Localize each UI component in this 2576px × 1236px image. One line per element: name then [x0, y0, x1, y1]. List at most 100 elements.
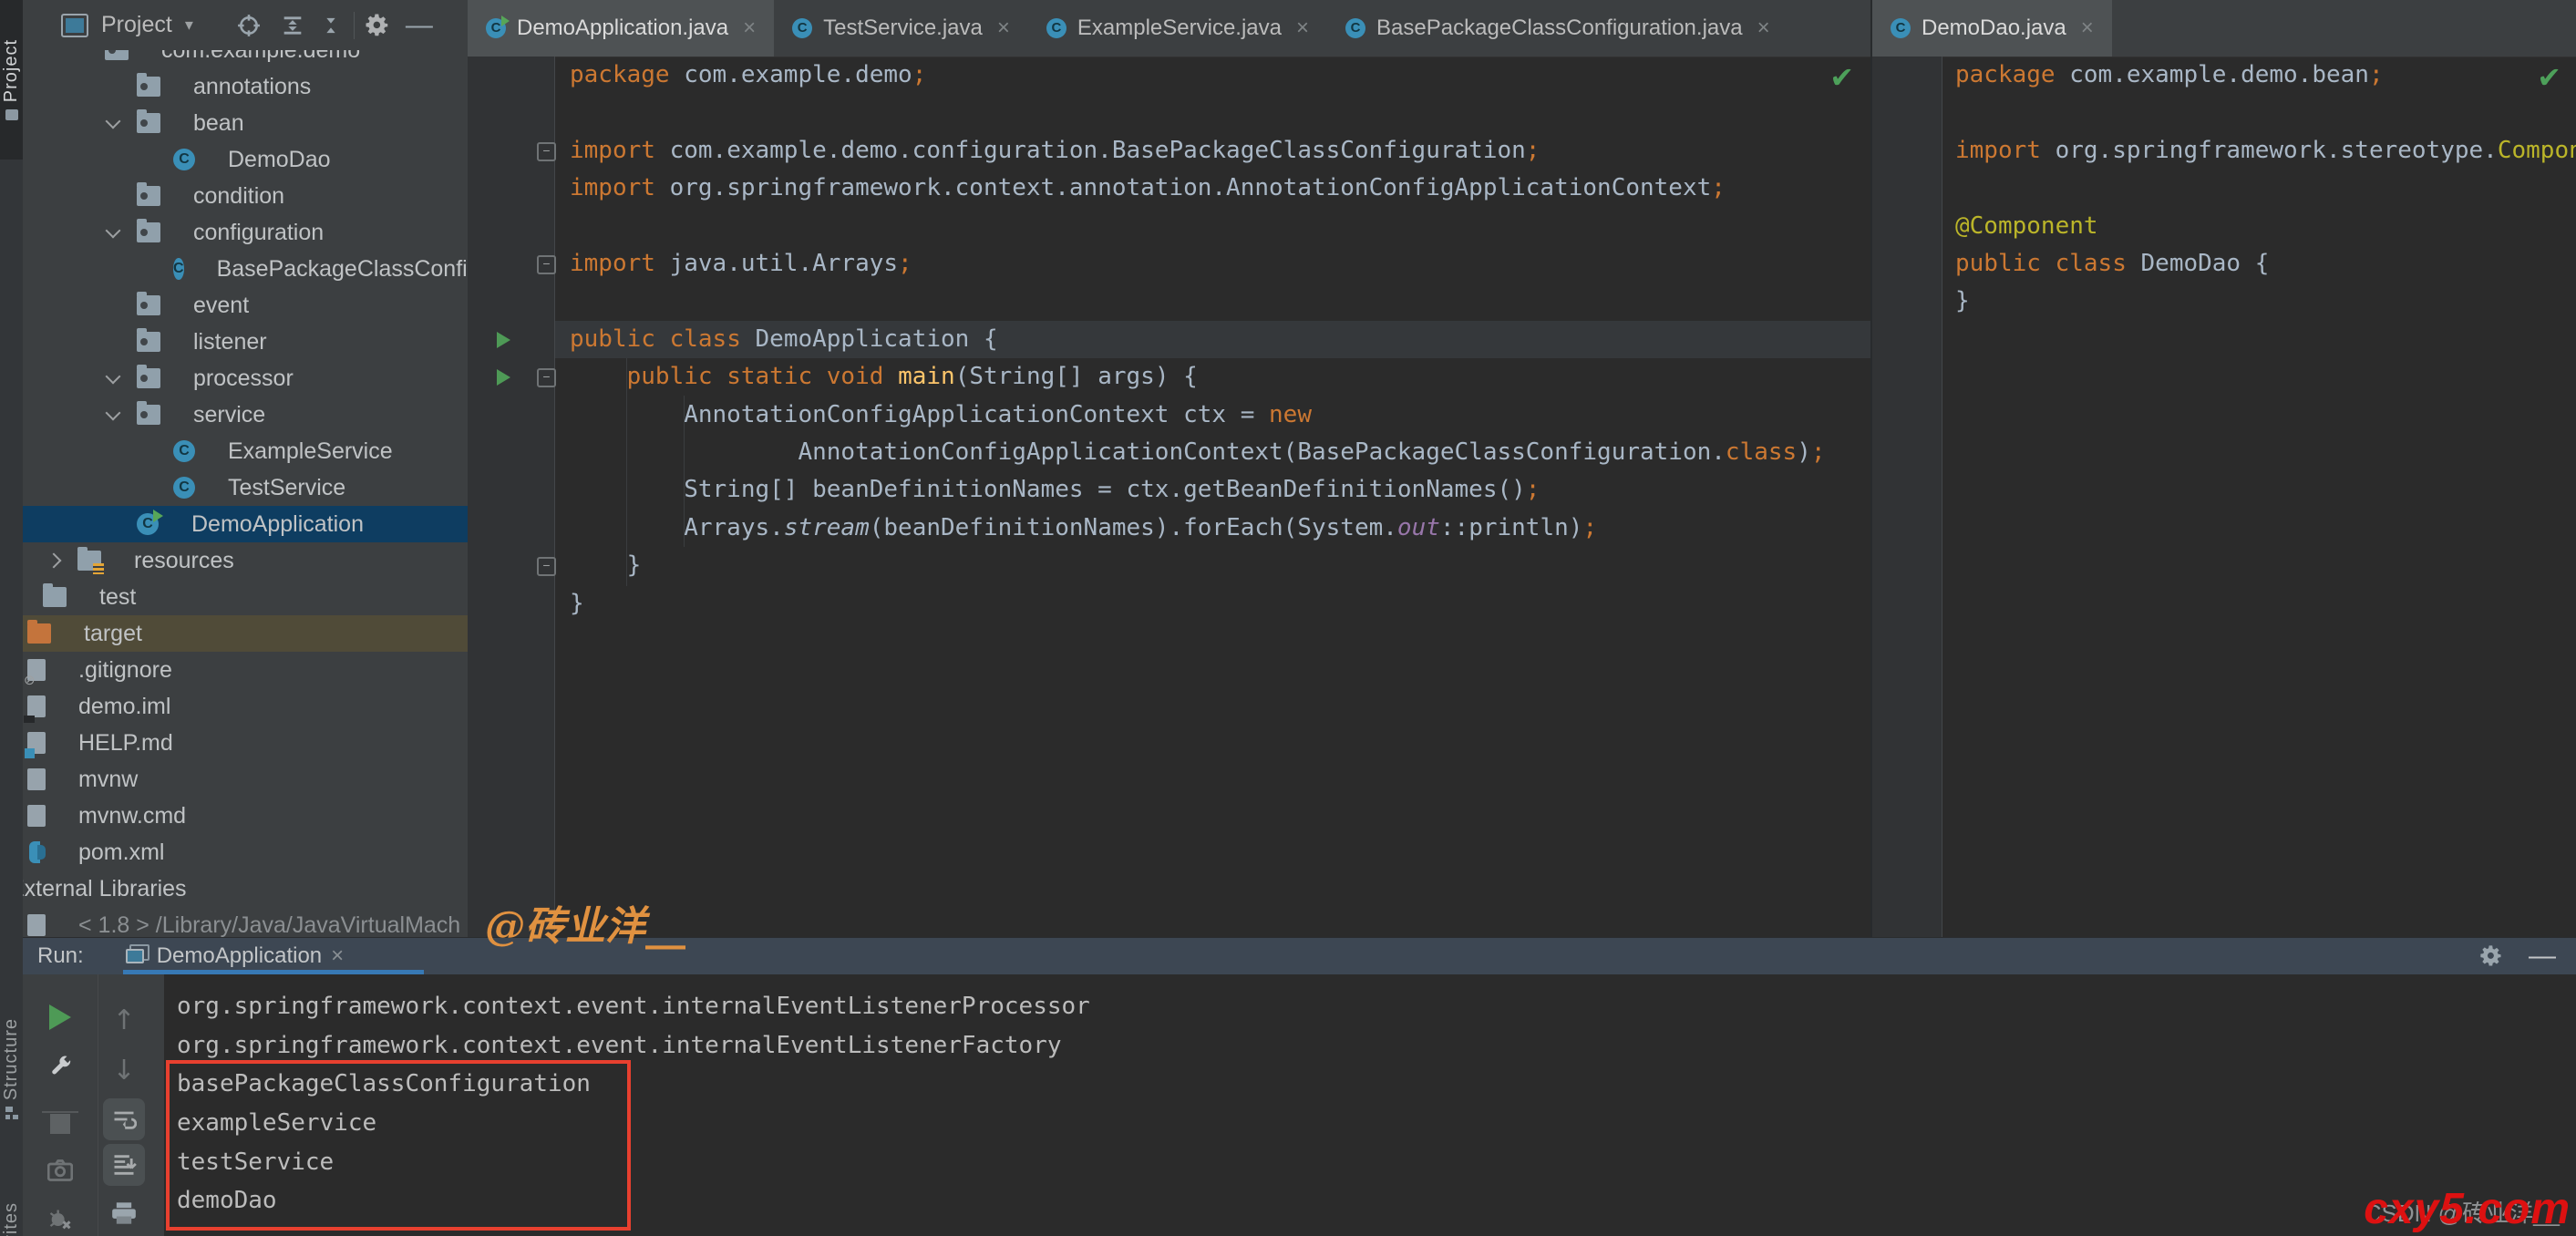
close-icon[interactable]: ×	[1296, 15, 1309, 41]
tree-item-demo-iml[interactable]: demo.iml	[23, 688, 468, 725]
chevron-right-icon[interactable]	[46, 552, 62, 569]
tab-exampleservice-java[interactable]: C ExampleService.java ×	[1027, 0, 1328, 57]
stripe-project-label: Project	[1, 39, 21, 103]
down-arrow-icon[interactable]: ↓	[103, 1052, 145, 1088]
rerun-button[interactable]	[39, 999, 81, 1035]
project-tool-icon	[5, 108, 18, 120]
scroll-to-end-toggle[interactable]	[103, 1144, 145, 1186]
expand-all-icon[interactable]	[279, 12, 306, 39]
no-problems-check-icon: ✔	[1829, 61, 1854, 94]
hide-panel-icon[interactable]: —	[406, 10, 433, 40]
tree-item-label: service	[193, 401, 266, 427]
close-icon[interactable]: ×	[1757, 15, 1770, 41]
run-console[interactable]: org.springframework.context.event.intern…	[164, 974, 2576, 1236]
tree-item--gitignore[interactable]: .gitignore	[23, 652, 468, 689]
stripe-favorites-tab[interactable]: Favorites	[0, 1180, 23, 1236]
file-md-icon	[25, 732, 46, 758]
tree-item-label: annotations	[193, 73, 312, 99]
settings-gear-icon[interactable]	[364, 12, 391, 39]
run-settings-gear-icon[interactable]	[2478, 942, 2505, 970]
tab-testservice-java[interactable]: C TestService.java ×	[774, 0, 1028, 57]
excluded-folder-icon	[27, 620, 51, 644]
soft-wrap-toggle[interactable]	[103, 1098, 145, 1140]
structure-tool-icon	[5, 1107, 18, 1120]
collapse-all-icon[interactable]	[317, 12, 345, 39]
chevron-down-icon[interactable]	[105, 222, 121, 239]
tree-item-label: listener	[193, 328, 267, 355]
tree-item-testservice[interactable]: C TestService	[23, 469, 468, 506]
tree-item-label: External Libraries	[23, 875, 187, 901]
tree-item-configuration[interactable]: configuration	[23, 214, 468, 251]
tree-item-target[interactable]: target	[23, 615, 468, 652]
chevron-down-icon[interactable]: ▾	[185, 15, 193, 35]
unload-bug-icon[interactable]	[39, 1201, 81, 1236]
no-problems-check-icon: ✔	[2537, 61, 2561, 94]
tree-item-listener[interactable]: listener	[23, 324, 468, 360]
tree-item-annotations[interactable]: annotations	[23, 68, 468, 105]
run-tab[interactable]: DemoApplication ×	[125, 943, 344, 969]
tree-item-label: resources	[134, 547, 234, 573]
close-icon[interactable]: ×	[743, 15, 756, 41]
class-icon: C	[1345, 18, 1366, 38]
code-line: package com.example.demo;	[570, 61, 927, 88]
close-icon[interactable]: ×	[997, 15, 1010, 41]
run-tab-label: DemoApplication	[156, 943, 323, 968]
print-icon[interactable]	[103, 1195, 145, 1231]
tree-item--1-8-library-java-javavirtualmach[interactable]: < 1.8 > /Library/Java/JavaVirtualMach	[23, 907, 468, 937]
fold-marker-icon[interactable]: −	[537, 254, 556, 274]
tree-item-label: ExampleService	[228, 438, 393, 464]
project-window-icon[interactable]	[61, 13, 88, 37]
tree-item-demoapplication[interactable]: C DemoApplication	[23, 506, 468, 542]
run-gutter-icon[interactable]	[497, 368, 510, 386]
editor-watermark: @砖业洋__	[485, 903, 685, 950]
up-arrow-icon[interactable]: ↑	[103, 1002, 145, 1038]
run-label: Run:	[37, 943, 84, 968]
tree-item-help-md[interactable]: HELP.md	[23, 725, 468, 761]
editor-gutter	[1872, 57, 1942, 937]
stop-button[interactable]	[39, 1106, 81, 1142]
tree-item-mvnw-cmd[interactable]: mvnw.cmd	[23, 798, 468, 834]
code-line: public static void main(String[] args) {	[626, 363, 1198, 391]
tree-item-demodao[interactable]: C DemoDao	[23, 141, 468, 178]
close-icon[interactable]: ×	[2081, 15, 2094, 41]
tree-item-resources[interactable]: resources	[23, 542, 468, 579]
run-gutter-icon[interactable]	[497, 331, 510, 348]
tree-item-condition[interactable]: condition	[23, 178, 468, 214]
tab-label: ExampleService.java	[1077, 15, 1283, 40]
fold-marker-icon[interactable]: −	[537, 367, 556, 387]
tab-basepackageclassconfiguration-java[interactable]: C BasePackageClassConfiguration.java ×	[1327, 0, 1788, 57]
tree-item-service[interactable]: service	[23, 397, 468, 433]
stripe-project-tab[interactable]: Project	[0, 0, 23, 160]
stripe-structure-tab[interactable]: Structure	[0, 980, 23, 1158]
tree-item-processor[interactable]: processor	[23, 360, 468, 397]
project-panel-title[interactable]: Project	[101, 12, 172, 38]
tree-item-basepackageclassconfiguration[interactable]: C BasePackageClassConfiguration	[23, 251, 468, 287]
tab-demodao-java[interactable]: C DemoDao.java ×	[1872, 0, 2112, 57]
tree-item-pom-xml[interactable]: pom.xml	[23, 834, 468, 870]
tree-item-bean[interactable]: bean	[23, 105, 468, 141]
editor-left[interactable]: package com.example.demo; − import com.exa…	[468, 57, 1870, 937]
chevron-down-icon[interactable]	[105, 113, 121, 129]
tree-item-event[interactable]: event	[23, 287, 468, 324]
tree-item-label: pom.xml	[78, 839, 165, 865]
hide-run-panel-icon[interactable]: —	[2529, 941, 2556, 972]
editor-right[interactable]: package com.example.demo.bean; import org…	[1872, 57, 2576, 937]
tree-item-external-libraries[interactable]: External Libraries	[23, 870, 468, 907]
fold-marker-icon[interactable]: −	[537, 141, 556, 161]
chevron-down-icon[interactable]	[105, 368, 121, 385]
tree-item-mvnw[interactable]: mvnw	[23, 761, 468, 798]
project-panel: com.example.demoannotationsbeanCDemoDaoc…	[23, 0, 469, 937]
thread-dump-camera-icon[interactable]	[39, 1152, 81, 1189]
tree-item-label: condition	[193, 182, 285, 209]
tree-item-exampleservice[interactable]: C ExampleService	[23, 433, 468, 469]
chevron-down-icon[interactable]	[105, 405, 121, 421]
file-git-icon	[24, 659, 46, 688]
edit-configuration-wrench-icon[interactable]	[39, 1049, 81, 1086]
code-line: }	[570, 589, 584, 617]
tab-demoapplication-java[interactable]: C DemoApplication.java ×	[468, 0, 775, 57]
fold-marker-icon[interactable]: −	[537, 556, 556, 576]
run-panel-header: Run: DemoApplication × —	[23, 938, 2576, 975]
tree-item-test[interactable]: test	[23, 579, 468, 615]
close-icon[interactable]: ×	[331, 943, 344, 969]
locate-file-icon[interactable]	[235, 12, 263, 39]
